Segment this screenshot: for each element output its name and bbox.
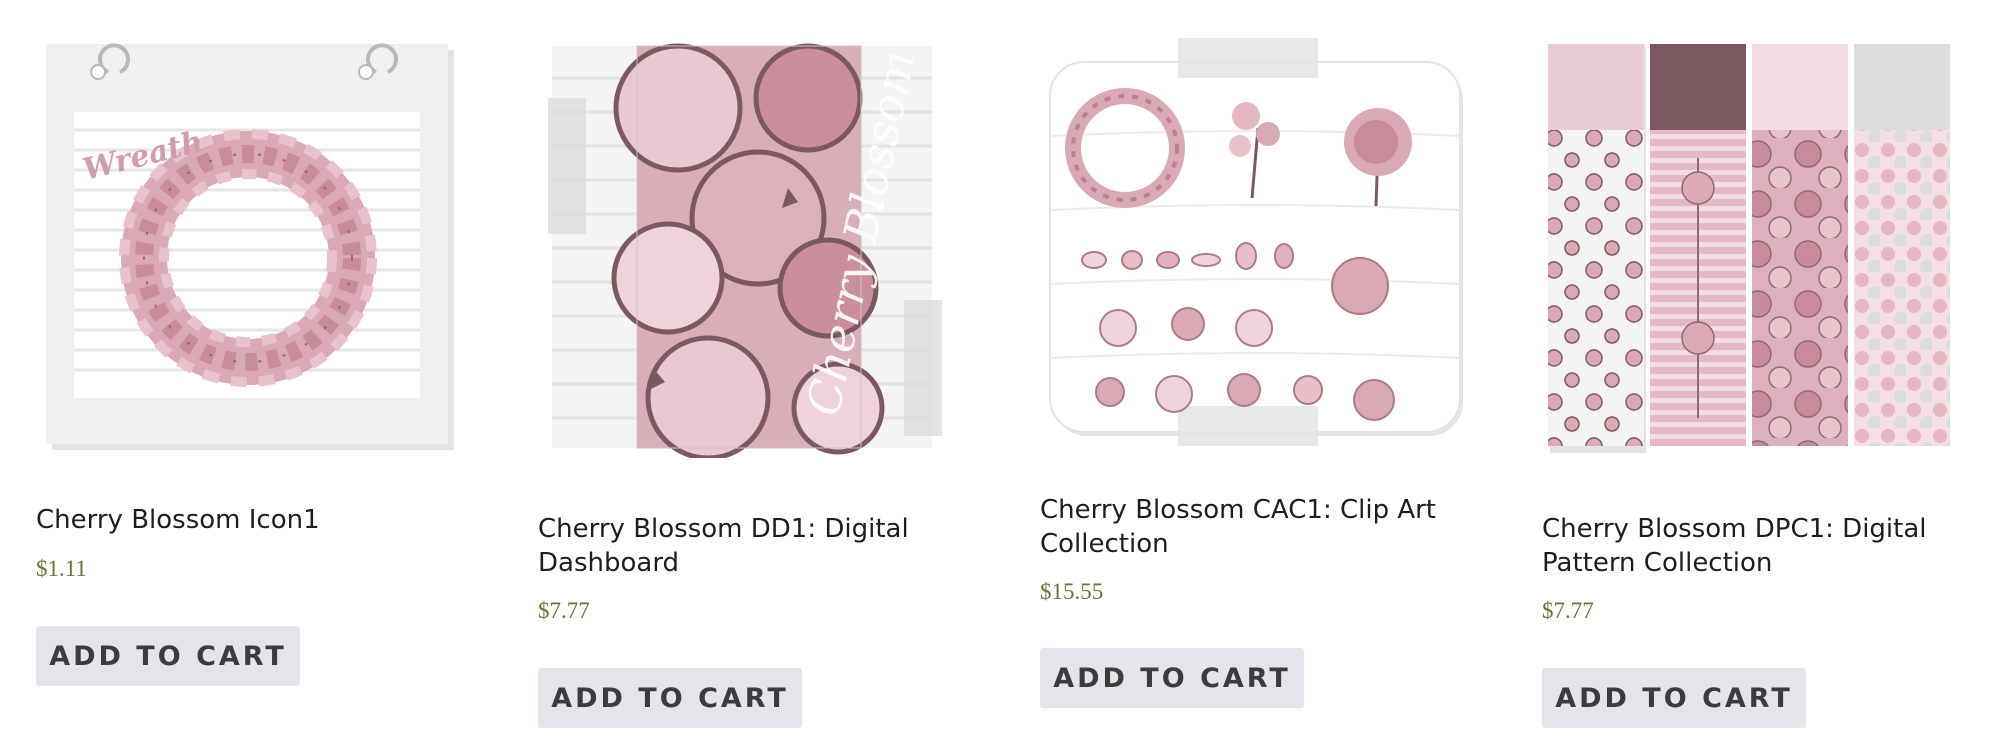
add-to-cart-button[interactable]: ADD TO CART <box>36 626 300 686</box>
product-image-link[interactable]: Cherry Blossom <box>538 38 978 458</box>
product-image-link[interactable] <box>1542 38 1982 458</box>
dashboard-product-image: Cherry Blossom <box>548 43 942 458</box>
wreath-product-image: Wreath <box>46 43 454 450</box>
add-to-cart-button[interactable]: ADD TO CART <box>1040 648 1304 708</box>
product-title[interactable]: Cherry Blossom DD1: Digital Dashboard <box>538 512 958 580</box>
clip-art-product-image <box>1049 38 1463 446</box>
add-to-cart-button[interactable]: ADD TO CART <box>538 668 802 728</box>
product-price: $7.77 <box>1542 598 1594 623</box>
product-title[interactable]: Cherry Blossom Icon1 <box>36 503 456 537</box>
product-image-link[interactable]: Wreath <box>36 38 476 458</box>
product-title[interactable]: Cherry Blossom CAC1: Clip Art Collection <box>1040 493 1460 561</box>
product-price: $15.55 <box>1040 579 1104 604</box>
add-to-cart-button[interactable]: ADD TO CART <box>1542 668 1806 728</box>
product-price: $7.77 <box>538 598 590 623</box>
product-price: $1.11 <box>36 556 87 581</box>
product-image-link[interactable] <box>1040 38 1480 458</box>
pattern-product-image <box>1548 44 1950 453</box>
product-title[interactable]: Cherry Blossom DPC1: Digital Pattern Col… <box>1542 512 1962 580</box>
